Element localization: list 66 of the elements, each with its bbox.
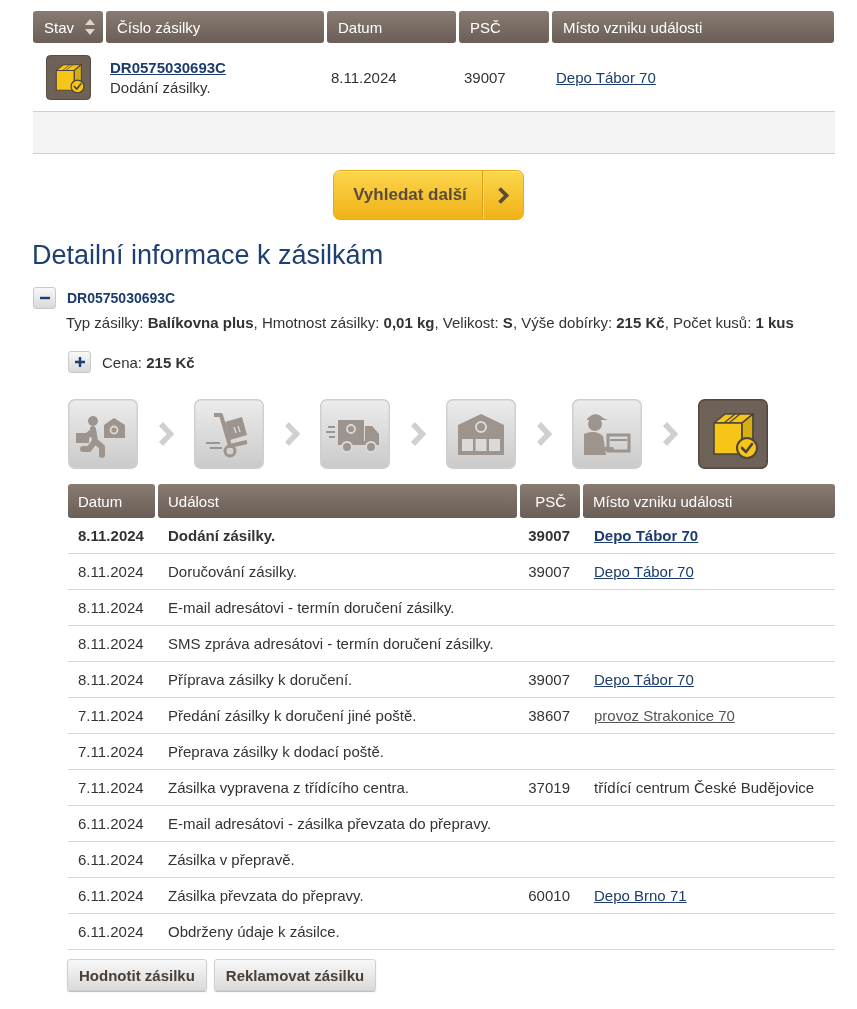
event-cell-text: E-mail adresátovi - zásilka převzata do přepravy. — [167, 815, 493, 832]
date-cell: 8.11.2024 — [331, 68, 397, 86]
tracking-number: DR0575030693C — [67, 290, 176, 306]
zip-cell-text: 39007 — [527, 563, 571, 580]
expand-button[interactable] — [68, 351, 91, 373]
plus-icon — [73, 357, 86, 367]
place-cell: třídící centrum České Budějovice — [594, 779, 815, 796]
date-cell-text: 8.11.2024 — [77, 671, 145, 688]
date-cell-text: 6.11.2024 — [77, 815, 145, 832]
zip-cell-text: 38607 — [527, 707, 571, 724]
section-heading: Detailní informace k zásilkám — [32, 239, 385, 271]
column-header: PSČ — [459, 11, 549, 43]
parcel-info: Typ zásilky: Balíkovna plus, Hmotnost zásilky: 0,01 kg, Velikost: S, Výše dobírky: 215 Kč, Počet kusů: 1 kus — [66, 314, 795, 331]
chevron-icon — [284, 421, 300, 447]
date-cell-text: 6.11.2024 — [77, 851, 145, 868]
column-header: Událost — [158, 484, 517, 518]
date-cell-text: 8.11.2024 — [77, 599, 145, 616]
place-link[interactable]: Depo Brno 71 — [594, 887, 687, 904]
event-cell-text: Zásilka v přepravě. — [167, 851, 296, 868]
chevron-icon — [536, 421, 552, 447]
event-cell-text: Zásilka převzata do přepravy. — [167, 887, 365, 904]
date-cell-text: 7.11.2024 — [77, 707, 145, 724]
price-text: Cena: 215 Kč — [102, 353, 195, 371]
column-header: PSČ — [520, 484, 580, 518]
date-cell-text: 8.11.2024 — [77, 527, 145, 544]
column-header: Datum — [327, 11, 456, 43]
search-more-button[interactable]: Vyhledat další — [333, 170, 524, 220]
collapse-button[interactable] — [33, 287, 56, 309]
column-header[interactable]: Stav — [33, 11, 103, 43]
event-text: Dodání zásilky. — [110, 78, 211, 96]
event-cell-text: E-mail adresátovi - termín doručení zásilky. — [167, 599, 456, 616]
chevron-icon — [410, 421, 426, 447]
date-cell-text: 7.11.2024 — [77, 743, 145, 760]
place-link[interactable]: Depo Tábor 70 — [556, 68, 656, 86]
zip-cell-text: 60010 — [527, 887, 571, 904]
chevron-icon — [497, 186, 509, 204]
date-cell-text: 6.11.2024 — [77, 923, 145, 940]
column-header: Místo vzniku události — [583, 484, 835, 518]
column-header: Datum — [68, 484, 155, 518]
date-cell-text: 7.11.2024 — [77, 779, 145, 796]
place-link[interactable]: Depo Tábor 70 — [594, 527, 699, 544]
date-cell-text: 8.11.2024 — [77, 563, 145, 580]
event-cell-text: Doručování zásilky. — [167, 563, 298, 580]
tracking-number-link[interactable]: DR0575030693C — [110, 58, 226, 76]
event-cell-text: Příprava zásilky k doručení. — [167, 671, 354, 688]
zip-cell: 39007 — [464, 68, 506, 86]
place-link[interactable]: Depo Tábor 70 — [594, 563, 694, 580]
action-button[interactable]: Reklamovat zásilku — [213, 959, 377, 991]
place-link[interactable]: Depo Tábor 70 — [594, 671, 694, 688]
event-cell-text: Přeprava zásilky k dodací poště. — [167, 743, 385, 760]
event-cell-text: Předání zásilky k doručení jiné poště. — [167, 707, 418, 724]
event-cell-text: Zásilka vypravena z třídícího centra. — [167, 779, 410, 796]
chevron-icon — [158, 421, 174, 447]
column-header: Místo vzniku události — [552, 11, 834, 43]
place-link[interactable]: provoz Strakonice 70 — [594, 707, 735, 724]
event-cell-text: Dodání zásilky. — [167, 527, 277, 544]
zip-cell-text: 39007 — [527, 527, 571, 544]
event-cell-text: Obdrženy údaje k zásilce. — [167, 923, 341, 940]
zip-cell-text: 37019 — [527, 779, 571, 796]
date-cell-text: 6.11.2024 — [77, 887, 145, 904]
action-button[interactable]: Hodnotit zásilku — [67, 959, 207, 991]
zip-cell-text: 39007 — [527, 671, 571, 688]
chevron-icon — [662, 421, 678, 447]
date-cell-text: 8.11.2024 — [77, 635, 145, 652]
column-header: Číslo zásilky — [106, 11, 324, 43]
event-cell-text: SMS zpráva adresátovi - termín doručení zásilky. — [167, 635, 495, 652]
